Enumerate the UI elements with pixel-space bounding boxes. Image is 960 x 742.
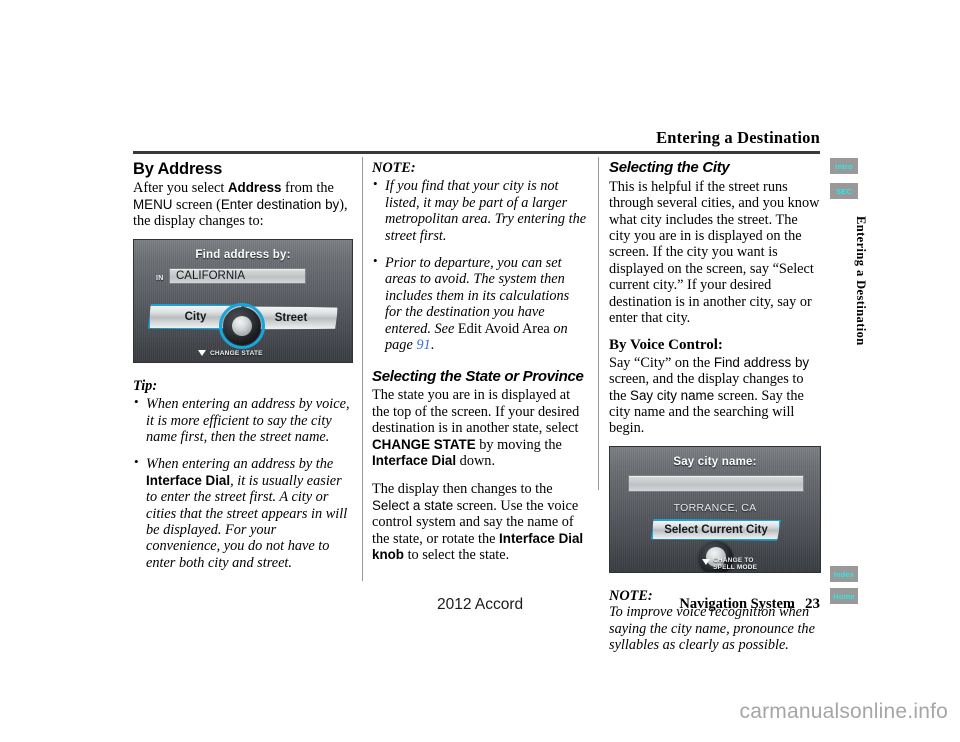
heading-selecting-city: Selecting the City <box>609 159 730 176</box>
column-divider-1 <box>362 157 363 581</box>
nav2-spell-mode-hint: CHANGE TO SPELL MODE <box>713 557 757 572</box>
running-head: Entering a Destination <box>656 128 820 147</box>
nav2-down-arrow-icon <box>702 558 710 565</box>
nav2-select-current-city-button[interactable]: Select Current City <box>651 518 781 541</box>
by-voice-control-p: Say “City” on the Find address by screen… <box>609 355 821 437</box>
footer-label: Navigation System <box>679 596 795 612</box>
nav2-title: Say city name: <box>673 455 757 468</box>
intro-text-e: screen ( <box>172 196 221 213</box>
nav-screenshot-say-city-name: Say city name: TORRANCE, CA Select Curre… <box>609 445 821 573</box>
section-side-label: Entering a Destination <box>854 216 868 346</box>
tip-2-text-a: When entering an address by the <box>146 456 334 473</box>
nav2-hint-line-1: CHANGE TO <box>713 556 754 564</box>
state-p1-e: down. <box>456 452 496 469</box>
note-2-page-link[interactable]: 91 <box>416 337 430 353</box>
state-p1-a: The state you are in is displayed at the… <box>372 387 580 437</box>
nav1-knob-highlight-ring <box>219 302 265 349</box>
note-item-2: Prior to departure, you can set areas to… <box>372 254 588 354</box>
nav2-current-city: TORRANCE, CA <box>673 501 757 514</box>
column-middle: NOTE: If you find that your city is not … <box>372 160 588 563</box>
intro-enter-dest-term: Enter destination by <box>220 196 340 212</box>
tab-sec[interactable]: SEC <box>830 183 858 199</box>
nav1-title: Find address by: <box>195 248 291 261</box>
selecting-state-p2: The display then changes to the Select a… <box>372 481 588 563</box>
footer-model-name: 2012 Accord <box>437 596 524 613</box>
interface-dial-term-1: Interface Dial <box>372 452 457 468</box>
manual-page: Entering a Destination By Address After … <box>0 0 960 742</box>
state-p2-a: The display then changes to the <box>372 481 553 498</box>
column-right: Selecting the City This is helpful if th… <box>609 159 821 653</box>
note-2-ref-plain: Edit Avoid Area <box>457 320 550 337</box>
say-city-name-term: Say city name <box>630 387 715 403</box>
nav1-down-arrow-icon <box>198 349 206 356</box>
nav2-hint-line-2: SPELL MODE <box>713 564 758 572</box>
nav2-city-input[interactable] <box>628 474 804 492</box>
selecting-city-p1: This is helpful if the street runs throu… <box>609 178 820 327</box>
note-1-text: If you find that your city is not listed… <box>385 178 587 244</box>
nav-screenshot-find-address-by: Find address by: IN CALIFORNIA City Stre… <box>133 238 353 363</box>
intro-text-c: from the <box>281 180 334 197</box>
state-p2-e: to select the state. <box>404 546 510 563</box>
nav1-in-label: IN <box>156 274 164 282</box>
tip-2-interface-dial-term: Interface Dial <box>146 472 231 488</box>
tab-intro[interactable]: Intro <box>830 158 858 174</box>
heading-selecting-state: Selecting the State or Province <box>372 367 584 385</box>
intro-text-a: After you select <box>133 180 228 197</box>
subheading-by-voice-control: By Voice Control: <box>609 337 723 354</box>
nav1-change-state-hint: CHANGE STATE <box>210 349 263 357</box>
tip-1-text: When entering an address by voice, it is… <box>146 396 350 445</box>
nav1-state-field[interactable]: CALIFORNIA <box>169 267 306 284</box>
select-a-state-term: Select a state <box>372 497 454 513</box>
tab-index[interactable]: Index <box>830 566 858 582</box>
note-2-period: . <box>430 337 435 354</box>
intro-menu-term: MENU <box>133 196 173 212</box>
tip-list: When entering an address by voice, it is… <box>133 395 354 571</box>
header-rule <box>133 151 820 154</box>
page-number: 23 <box>805 596 820 612</box>
state-p1-c: by moving the <box>475 436 562 453</box>
find-address-by-term: Find address by <box>713 354 810 370</box>
column-left: By Address After you select Address from… <box>133 160 354 571</box>
note-list-col2: If you find that your city is not listed… <box>372 177 588 354</box>
by-address-intro: After you select Address from the MENU s… <box>133 180 354 229</box>
selecting-state-p1: The state you are in is displayed at the… <box>372 387 588 469</box>
tip-heading: Tip: <box>133 377 158 394</box>
note-heading-col2: NOTE: <box>372 160 416 176</box>
site-watermark: carmanualsonline.info <box>739 700 948 723</box>
column-divider-2 <box>598 157 599 490</box>
change-state-term: CHANGE STATE <box>372 436 476 452</box>
footer-nav-system: Navigation System 23 <box>600 596 820 613</box>
heading-by-address: By Address <box>133 160 223 178</box>
voice-p-a: Say “City” on the <box>609 354 714 371</box>
tip-item-2: When entering an address by the Interfac… <box>133 455 354 571</box>
tip-item-1: When entering an address by voice, it is… <box>133 395 354 445</box>
tab-home[interactable]: Home <box>830 588 858 604</box>
note-item-1: If you find that your city is not listed… <box>372 177 588 244</box>
intro-address-term: Address <box>227 180 282 196</box>
